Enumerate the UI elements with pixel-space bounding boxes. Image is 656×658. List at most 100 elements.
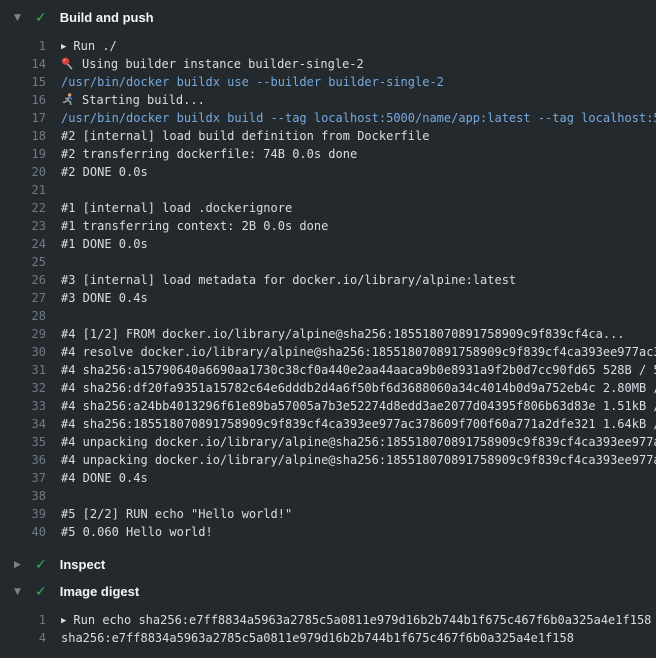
line-number[interactable]: 15	[20, 73, 46, 91]
line-number[interactable]: 22	[20, 199, 46, 217]
log-text-content: Using builder instance builder-single-2	[82, 57, 364, 71]
line-number[interactable]: 18	[20, 127, 46, 145]
log-text: #4 unpacking docker.io/library/alpine@sh…	[61, 433, 656, 451]
log-line: 23 #1 transferring context: 2B 0.0s done	[0, 217, 656, 235]
line-number[interactable]: 35	[20, 433, 46, 451]
line-number[interactable]: 16	[20, 91, 46, 109]
log-text: #4 sha256:a24bb4013296f61e89ba57005a7b3e…	[61, 397, 656, 415]
log-text-content: #4 sha256:df20fa9351a15782c64e6dddb2d4a6…	[61, 381, 656, 395]
log-text: #2 DONE 0.0s	[61, 163, 656, 181]
workflow-log-viewer: ▼✓Build and push1▶Run ./14Using builder …	[0, 0, 656, 658]
log-text: ▶ Run echo sha256:e7ff8834a5963a2785c5a08…	[61, 611, 656, 629]
log-line: 29 #4 [1/2] FROM docker.io/library/alpine…	[0, 325, 656, 343]
section-title: Inspect	[60, 557, 106, 572]
line-number[interactable]: 20	[20, 163, 46, 181]
log-text: #1 transferring context: 2B 0.0s done	[61, 217, 656, 235]
log-text-content: #3 DONE 0.4s	[61, 291, 148, 305]
line-number[interactable]: 28	[20, 307, 46, 325]
log-line: 17/usr/bin/docker buildx build --tag loc…	[0, 109, 656, 127]
log-text	[61, 181, 656, 199]
log-text	[61, 307, 656, 325]
log-line: 20 #2 DONE 0.0s	[0, 163, 656, 181]
log-line: 19 #2 transferring dockerfile: 74B 0.0s d…	[0, 145, 656, 163]
log-line: 31 #4 sha256:a15790640a6690aa1730c38cf0a4…	[0, 361, 656, 379]
line-number[interactable]: 36	[20, 451, 46, 469]
run-group-expander-icon[interactable]: ▶	[61, 38, 66, 55]
log-text: #2 [internal] load build definition from…	[61, 127, 656, 145]
log-text: #4 sha256:185518070891758909c9f839cf4ca3…	[61, 415, 656, 433]
line-number[interactable]: 1	[20, 611, 46, 629]
line-number[interactable]: 1	[20, 37, 46, 55]
line-number[interactable]: 37	[20, 469, 46, 487]
log-text-content: #1 DONE 0.0s	[61, 237, 148, 251]
line-number[interactable]: 33	[20, 397, 46, 415]
log-text-content: /usr/bin/docker buildx use --builder bui…	[61, 75, 444, 89]
log-line: 36 #4 unpacking docker.io/library/alpine@…	[0, 451, 656, 469]
check-success-icon: ✓	[35, 584, 47, 600]
log-line: 22#1 [internal] load .dockerignore	[0, 199, 656, 217]
check-success-icon: ✓	[35, 10, 47, 26]
log-text: ▶ Run ./	[61, 37, 656, 55]
log-text-content: #4 sha256:185518070891758909c9f839cf4ca3…	[61, 417, 656, 431]
section-header-image-digest[interactable]: ▼✓Image digest	[0, 578, 656, 605]
log-text-content: #5 0.060 Hello world!	[61, 525, 213, 539]
log-text-content: #4 [1/2] FROM docker.io/library/alpine@s…	[61, 327, 625, 341]
log-line: 40 #5 0.060 Hello world!	[0, 523, 656, 541]
log-text-content: Run echo sha256:e7ff8834a5963a2785c5a081…	[73, 613, 651, 627]
line-number[interactable]: 34	[20, 415, 46, 433]
line-number[interactable]: 38	[20, 487, 46, 505]
log-line: 15/usr/bin/docker buildx use --builder b…	[0, 73, 656, 91]
log-line: 27 #3 DONE 0.4s	[0, 289, 656, 307]
log-line: 28	[0, 307, 656, 325]
section-header-build-and-push[interactable]: ▼✓Build and push	[0, 4, 656, 31]
line-number[interactable]: 23	[20, 217, 46, 235]
line-number[interactable]: 26	[20, 271, 46, 289]
line-number[interactable]: 14	[20, 55, 46, 73]
log-text-content: #4 DONE 0.4s	[61, 471, 148, 485]
log-text-content: #3 [internal] load metadata for docker.i…	[61, 273, 516, 287]
log-text: #4 DONE 0.4s	[61, 469, 656, 487]
log-text: #5 0.060 Hello world!	[61, 523, 656, 541]
line-number[interactable]: 32	[20, 379, 46, 397]
log-text-content: #4 unpacking docker.io/library/alpine@sh…	[61, 453, 656, 467]
section-header-inspect[interactable]: ▶✓Inspect	[0, 551, 656, 578]
log-line: 1 ▶ Run ./	[0, 37, 656, 55]
log-text-content: #2 transferring dockerfile: 74B 0.0s don…	[61, 147, 357, 161]
log-line: 14 Using builder instance builder-single-…	[0, 55, 656, 73]
log-line: 26 #3 [internal] load metadata for docker…	[0, 271, 656, 289]
log-line: 1 ▶ Run echo sha256:e7ff8834a5963a2785c5a0…	[0, 611, 656, 629]
section-title: Image digest	[60, 584, 139, 599]
line-number[interactable]: 17	[20, 109, 46, 127]
line-number[interactable]: 4	[20, 629, 46, 647]
log-text-content: #2 [internal] load build definition from…	[61, 129, 429, 143]
line-number[interactable]: 29	[20, 325, 46, 343]
log-section-image-digest: ▼✓Image digest1▶Run echo sha256:e7ff8834…	[0, 578, 656, 647]
pushpin-icon	[61, 57, 75, 70]
log-text-content: #4 sha256:a15790640a6690aa1730c38cf0a440…	[61, 363, 656, 377]
line-number[interactable]: 25	[20, 253, 46, 271]
log-line: 33 #4 sha256:a24bb4013296f61e89ba57005a7b…	[0, 397, 656, 415]
line-number[interactable]: 31	[20, 361, 46, 379]
line-number[interactable]: 40	[20, 523, 46, 541]
log-text-content: /usr/bin/docker buildx build --tag local…	[61, 111, 656, 125]
log-line: 37 #4 DONE 0.4s	[0, 469, 656, 487]
log-text: #4 resolve docker.io/library/alpine@sha2…	[61, 343, 656, 361]
line-number[interactable]: 39	[20, 505, 46, 523]
log-text: #4 sha256:a15790640a6690aa1730c38cf0a440…	[61, 361, 656, 379]
log-line: 34 #4 sha256:185518070891758909c9f839cf4c…	[0, 415, 656, 433]
line-number[interactable]: 21	[20, 181, 46, 199]
check-success-icon: ✓	[35, 557, 47, 573]
log-line: 21	[0, 181, 656, 199]
line-number[interactable]: 27	[20, 289, 46, 307]
run-group-expander-icon[interactable]: ▶	[61, 612, 66, 629]
log-text: #4 [1/2] FROM docker.io/library/alpine@s…	[61, 325, 656, 343]
line-number[interactable]: 30	[20, 343, 46, 361]
log-text-content: Run ./	[73, 39, 116, 53]
log-line: 4 sha256:e7ff8834a5963a2785c5a0811e979d16…	[0, 629, 656, 647]
log-text-command: /usr/bin/docker buildx use --builder bui…	[61, 73, 656, 91]
log-text-content: #5 [2/2] RUN echo "Hello world!"	[61, 507, 292, 521]
line-number[interactable]: 24	[20, 235, 46, 253]
line-number[interactable]: 19	[20, 145, 46, 163]
section-log-body: 1 ▶ Run ./ 14 Using builder instance builder…	[0, 37, 656, 541]
log-text-content: sha256:e7ff8834a5963a2785c5a0811e979d16b…	[61, 631, 574, 645]
